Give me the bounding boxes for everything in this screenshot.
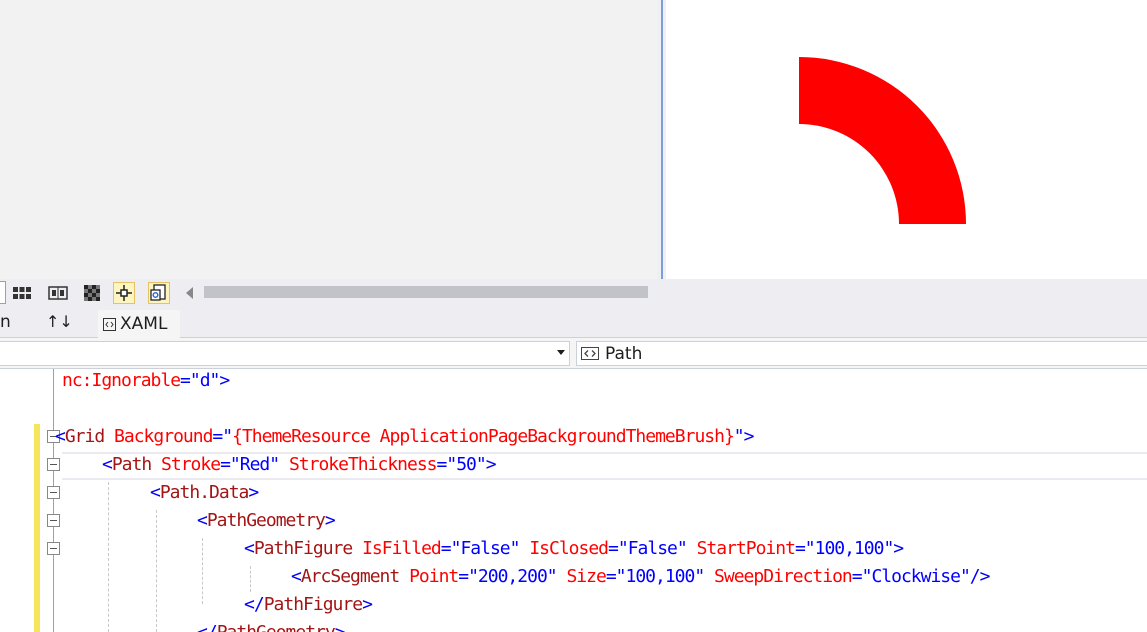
code-line-pathfigure[interactable]: <PathFigure IsFilled="False" IsClosed="F… xyxy=(244,535,904,563)
zoom-combo[interactable] xyxy=(0,281,6,304)
annotations-icon[interactable] xyxy=(148,282,170,304)
tab-xaml-label: XAML xyxy=(120,314,168,334)
indent-guide xyxy=(108,482,109,632)
indent-guide xyxy=(250,566,251,592)
outline-line xyxy=(53,369,54,435)
code-line-pathfigure-close[interactable]: </PathFigure> xyxy=(244,591,373,619)
red-arc-path[interactable] xyxy=(799,57,966,224)
snap-guides-icon[interactable] xyxy=(113,282,135,304)
collapse-pathfigure-icon[interactable] xyxy=(47,542,60,555)
arc-preview xyxy=(799,57,966,224)
collapse-path-icon[interactable] xyxy=(47,458,60,471)
code-line-grid[interactable]: <Grid Background="{ThemeResource Applica… xyxy=(55,423,754,451)
code-line-pathgeometry-close[interactable]: </PathGeometry> xyxy=(197,619,346,632)
navigation-bar: Path xyxy=(0,338,1147,369)
designer-toolbar xyxy=(0,279,1147,307)
collapse-path-data-icon[interactable] xyxy=(47,486,60,499)
view-tabs: n ↑↓ XAML xyxy=(0,307,1147,338)
type-scope-dropdown[interactable] xyxy=(0,341,570,366)
designer-canvas[interactable] xyxy=(0,0,657,279)
outline-line xyxy=(53,443,54,632)
indent-guide xyxy=(156,510,157,632)
change-indicator-margin xyxy=(34,424,40,632)
indent-guide xyxy=(202,538,203,604)
swap-panes-button[interactable]: ↑↓ xyxy=(46,312,73,331)
code-line-1[interactable]: nc:Ignorable="d"> xyxy=(62,369,230,395)
scroll-left-arrow-icon[interactable] xyxy=(186,287,194,299)
code-line-path[interactable]: <Path Stroke="Red" StrokeThickness="50"> xyxy=(102,451,497,479)
design-preview xyxy=(666,0,1147,279)
tab-design[interactable]: n xyxy=(0,312,11,332)
code-line-arcsegment[interactable]: <ArcSegment Point="200,200" Size="100,10… xyxy=(291,563,990,591)
horizontal-scrollbar-thumb[interactable] xyxy=(204,286,648,298)
xaml-code-editor[interactable]: nc:Ignorable="d"> <Grid Background="{The… xyxy=(0,369,1147,632)
member-dropdown[interactable]: Path xyxy=(576,341,1147,366)
code-line-pathgeometry[interactable]: <PathGeometry> xyxy=(197,507,336,535)
tab-xaml[interactable]: XAML xyxy=(98,310,180,338)
code-line-path-data[interactable]: <Path.Data> xyxy=(150,479,259,507)
view-splitter[interactable] xyxy=(657,0,666,279)
xaml-icon xyxy=(103,317,116,331)
element-icon xyxy=(581,347,599,360)
snap-grid-icon[interactable] xyxy=(47,282,69,304)
collapse-pathgeometry-icon[interactable] xyxy=(47,514,60,527)
checkerboard-icon[interactable] xyxy=(81,282,103,304)
chevron-down-icon[interactable] xyxy=(557,350,565,355)
member-dropdown-label: Path xyxy=(605,343,643,364)
grid-view-icon[interactable] xyxy=(11,282,33,304)
